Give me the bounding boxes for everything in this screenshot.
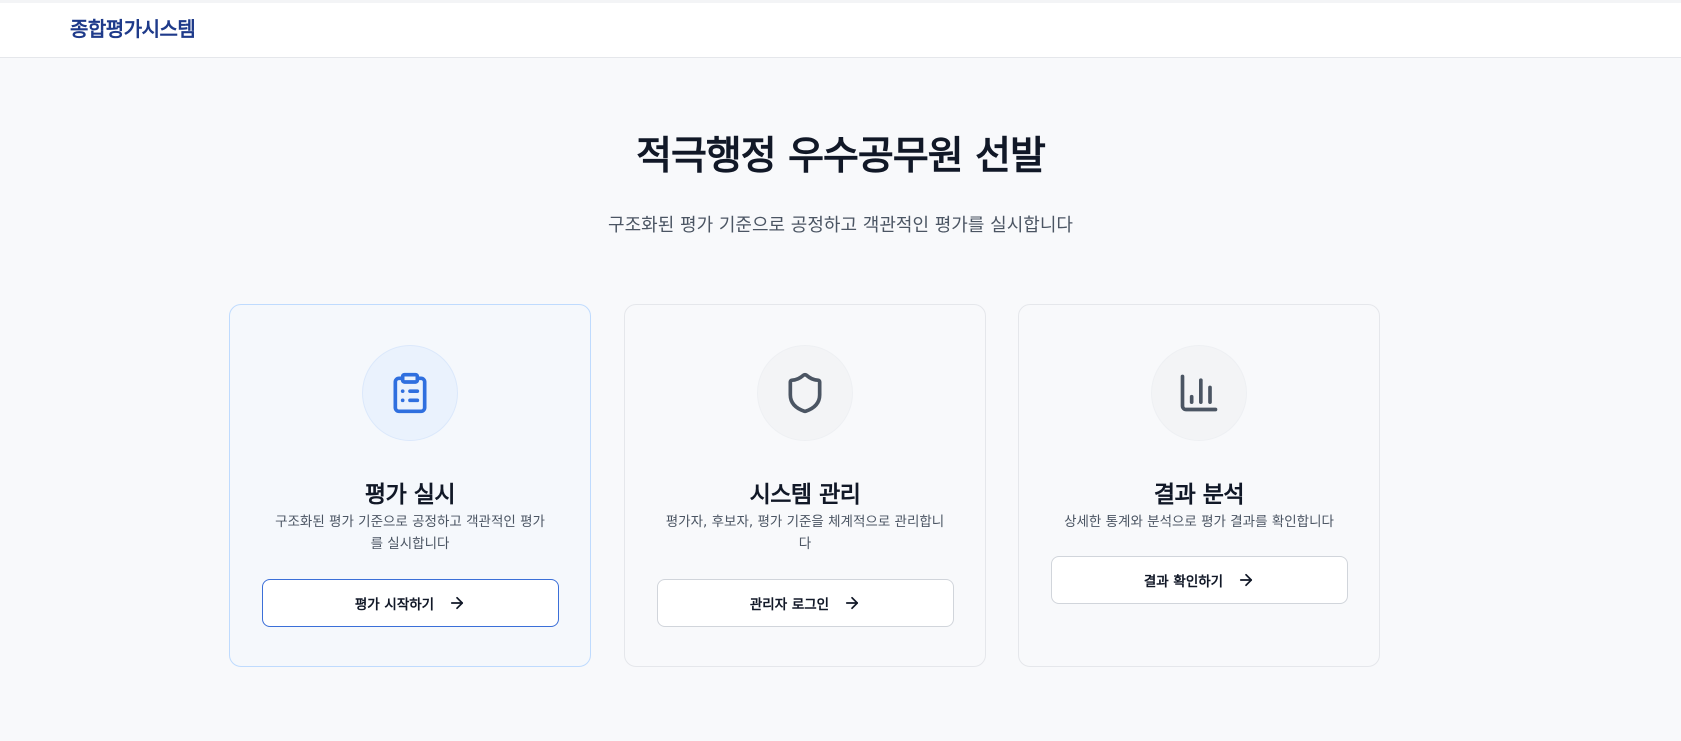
arrow-right-icon (448, 594, 466, 612)
card-evaluation[interactable]: 평가 실시 구조화된 평가 기준으로 공정하고 객관적인 평가를 실시합니다 평… (229, 304, 591, 667)
card-result-analysis[interactable]: 결과 분석 상세한 통계와 분석으로 평가 결과를 확인합니다 결과 확인하기 (1018, 304, 1380, 667)
card-icon-circle (362, 345, 458, 441)
view-results-button[interactable]: 결과 확인하기 (1051, 556, 1348, 604)
card-title: 평가 실시 (364, 482, 456, 508)
start-evaluation-button[interactable]: 평가 시작하기 (262, 579, 559, 627)
bar-chart-icon (1180, 374, 1218, 412)
brand-logo[interactable]: 종합평가시스템 (70, 13, 196, 42)
button-label: 결과 확인하기 (1143, 574, 1224, 590)
card-title: 결과 분석 (1153, 482, 1245, 508)
card-title: 시스템 관리 (749, 482, 861, 508)
top-header: 종합평가시스템 (0, 0, 1681, 58)
card-icon-circle (1151, 345, 1247, 441)
card-icon-circle (757, 345, 853, 441)
admin-login-button[interactable]: 관리자 로그인 (657, 579, 954, 627)
page-title: 적극행정 우수공무원 선발 (636, 134, 1046, 179)
button-label: 평가 시작하기 (354, 597, 435, 613)
button-label: 관리자 로그인 (749, 597, 830, 613)
card-description: 구조화된 평가 기준으로 공정하고 객관적인 평가를 실시합니다 (275, 514, 545, 552)
card-description: 상세한 통계와 분석으로 평가 결과를 확인합니다 (1064, 514, 1334, 530)
card-system-management[interactable]: 시스템 관리 평가자, 후보자, 평가 기준을 체계적으로 관리합니다 관리자 … (624, 304, 986, 667)
arrow-right-icon (1237, 571, 1255, 589)
page-subtitle: 구조화된 평가 기준으로 공정하고 객관적인 평가를 실시합니다 (608, 215, 1073, 236)
clipboard-list-icon (393, 372, 427, 414)
shield-icon (788, 372, 822, 414)
arrow-right-icon (843, 594, 861, 612)
card-description: 평가자, 후보자, 평가 기준을 체계적으로 관리합니다 (665, 514, 945, 552)
